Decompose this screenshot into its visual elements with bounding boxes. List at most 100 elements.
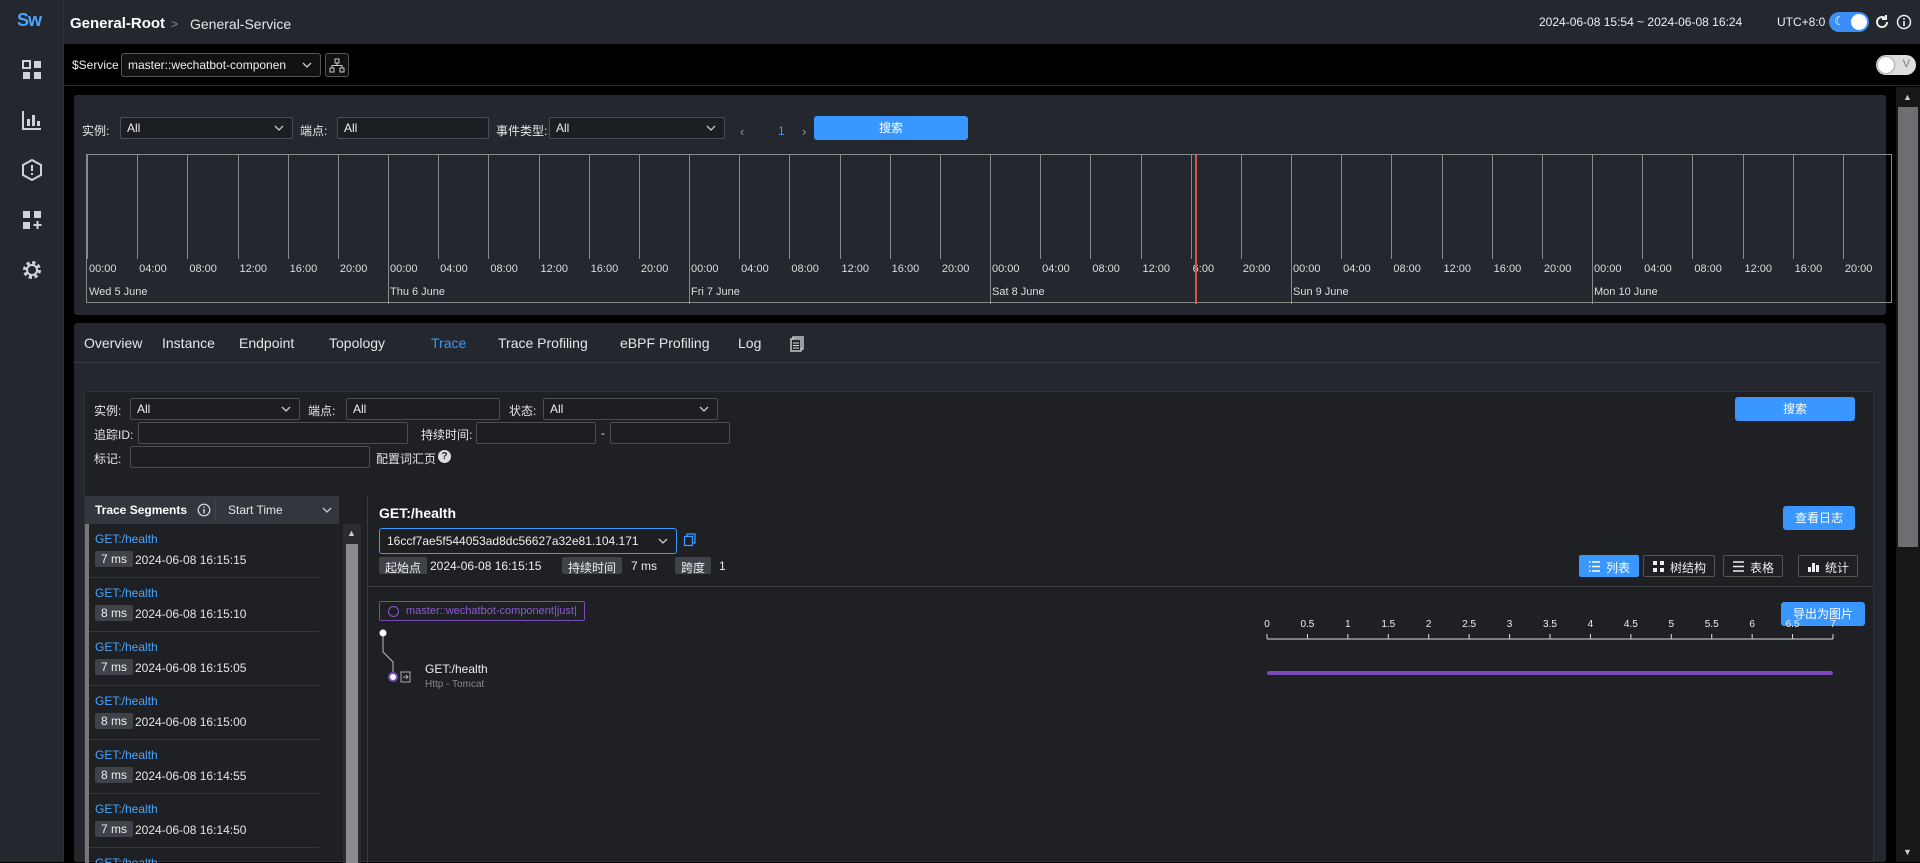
info-icon[interactable] [1896, 14, 1912, 30]
trace-status-select[interactable]: All [543, 398, 718, 420]
timeline-gridline [1642, 155, 1644, 259]
segments-sort-select[interactable]: Start Time [215, 499, 339, 521]
segment-item[interactable]: GET:/health 8 ms 2024-06-08 16:15:10 [89, 578, 319, 632]
service-select[interactable]: master::wechatbot-componen [121, 53, 321, 77]
segment-item[interactable]: GET:/health [89, 848, 319, 863]
event-endpoint-input[interactable]: All [337, 117, 489, 139]
tags-input[interactable] [130, 446, 370, 468]
stats-bar-icon [1808, 563, 1819, 572]
segment-item[interactable]: GET:/health 8 ms 2024-06-08 16:14:55 [89, 740, 319, 794]
view-tree-button[interactable]: 树结构 [1643, 555, 1716, 577]
event-instance-select[interactable]: All [120, 117, 293, 139]
axis-tick-label: 4.5 [1624, 619, 1638, 630]
timeline-tick-label: 00:00 [992, 263, 1020, 275]
duration-max-input[interactable] [610, 422, 730, 444]
tags-config-link[interactable]: 配置词汇页 [376, 450, 436, 467]
timeline-gridline [1792, 155, 1794, 259]
timeline-tick-label: 20:00 [1242, 263, 1271, 275]
settings-gear-icon[interactable] [20, 258, 44, 282]
timeline-tick-label: 00:00 [691, 263, 719, 275]
timeline-day-separator [388, 155, 389, 304]
copy-icon[interactable] [683, 533, 697, 547]
trace-search-button[interactable]: 搜索 [1735, 397, 1855, 421]
view-stats-button[interactable]: 统计 [1798, 555, 1859, 577]
chevron-down-icon [301, 59, 313, 74]
timeline-gridline [939, 155, 941, 259]
event-timeline[interactable]: 00:00 04:00 08:00 12:00 16:00 20:00 00:00 04:00… [86, 154, 1892, 304]
scroll-thumb[interactable] [346, 544, 358, 863]
event-type-value: All [556, 121, 570, 135]
tab-trace[interactable]: Trace [431, 335, 466, 351]
skywalking-logo[interactable]: Sw [17, 10, 49, 34]
timezone-label[interactable]: UTC+8:0 [1777, 15, 1825, 29]
trace-instance-select[interactable]: All [130, 398, 300, 420]
add-widget-icon[interactable] [20, 208, 44, 232]
help-icon[interactable]: ? [438, 450, 451, 463]
timeline-gridline [287, 155, 289, 259]
event-search-button[interactable]: 搜索 [814, 116, 968, 140]
duration-min-input[interactable] [476, 422, 596, 444]
view-table-label: 表格 [1750, 561, 1775, 575]
chevron-down-icon [321, 504, 333, 519]
timeline-gridline [1842, 155, 1844, 259]
breadcrumb-root[interactable]: General-Root [70, 15, 165, 32]
event-type-select[interactable]: All [549, 117, 725, 139]
trace-id-input[interactable] [138, 422, 408, 444]
v-toggle-label: V [1902, 58, 1910, 70]
axis-tick-label: 1.5 [1381, 619, 1395, 630]
timeline-gridline [438, 155, 440, 259]
page-scrollbar[interactable]: ▲ ▼ [1896, 87, 1920, 862]
segment-item[interactable]: GET:/health 7 ms 2024-06-08 16:15:15 [89, 524, 319, 578]
tab-ebpf-profiling[interactable]: eBPF Profiling [620, 335, 709, 351]
span-name[interactable]: GET:/health [425, 662, 488, 676]
breadcrumb-service[interactable]: General-Service [190, 16, 291, 32]
view-logs-button[interactable]: 查看日志 [1783, 506, 1855, 530]
info-icon[interactable] [197, 503, 211, 517]
trace-endpoint-input[interactable]: All [346, 398, 500, 420]
visualization-toggle[interactable]: V [1876, 55, 1916, 75]
reload-icon[interactable] [1874, 14, 1890, 30]
pager-prev-icon[interactable]: ‹ [740, 124, 744, 139]
scroll-up-icon[interactable]: ▲ [1903, 92, 1912, 102]
copy-dashboard-icon[interactable] [789, 336, 805, 352]
alarm-icon[interactable] [20, 158, 44, 182]
timeline-tick-label: 04:00 [139, 263, 167, 275]
timeline-tick-label: 08:00 [490, 263, 518, 275]
trace-detail-title: GET:/health [379, 505, 457, 521]
segment-name: GET:/health [95, 640, 158, 654]
time-range-picker[interactable]: 2024-06-08 15:54 ~ 2024-06-08 16:24 [1539, 15, 1742, 29]
segments-scrollbar[interactable]: ▲ [343, 524, 361, 863]
scroll-down-icon[interactable]: ▼ [1903, 847, 1912, 857]
timeline-gridline [237, 155, 239, 259]
timeline-tick-label: 04:00 [1644, 263, 1672, 275]
timeline-tick-label: 16:00 [1794, 263, 1823, 275]
tab-instance[interactable]: Instance [162, 335, 215, 351]
page-scroll-thumb[interactable] [1898, 107, 1918, 547]
axis-tick-label: 2 [1426, 619, 1432, 630]
timeline-tick-label: 00:00 [390, 263, 418, 275]
segment-item[interactable]: GET:/health 7 ms 2024-06-08 16:14:50 [89, 794, 319, 848]
span-duration-bar[interactable] [1267, 671, 1833, 675]
trace-id-select[interactable]: 16ccf7ae5f544053ad8dc56627a32e81.104.171 [379, 528, 677, 554]
tab-trace-profiling[interactable]: Trace Profiling [498, 335, 588, 351]
timeline-tick-label: 20:00 [1543, 263, 1572, 275]
pager-current-page[interactable]: 1 [778, 124, 785, 138]
pager-next-icon[interactable]: › [802, 124, 806, 139]
tab-topology[interactable]: Topology [329, 335, 385, 351]
dashboard-icon[interactable] [20, 58, 44, 82]
tab-endpoint[interactable]: Endpoint [239, 335, 294, 351]
dark-mode-toggle[interactable]: ☾ [1829, 12, 1869, 32]
view-list-button[interactable]: 列表 [1579, 555, 1640, 577]
detail-separator [368, 586, 1874, 587]
segment-item[interactable]: GET:/health 8 ms 2024-06-08 16:15:00 [89, 686, 319, 740]
tab-overview[interactable]: Overview [84, 335, 142, 351]
chart-icon[interactable] [20, 108, 44, 132]
scroll-up-icon[interactable]: ▲ [347, 528, 356, 538]
segment-item[interactable]: GET:/health 7 ms 2024-06-08 16:15:05 [89, 632, 319, 686]
service-chip[interactable]: master::wechatbot-component|just| [379, 601, 585, 621]
topology-icon[interactable] [325, 53, 349, 77]
view-table-button[interactable]: 表格 [1723, 555, 1784, 577]
tab-log[interactable]: Log [738, 335, 761, 351]
timeline-tick-label: 04:00 [1042, 263, 1070, 275]
timeline-gridline [538, 155, 540, 259]
